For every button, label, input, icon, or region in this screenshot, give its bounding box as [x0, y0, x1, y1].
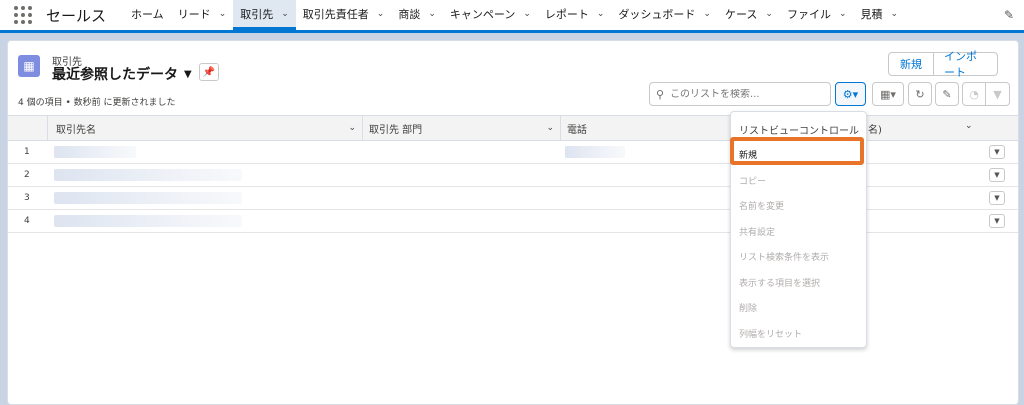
tab-label: ダッシュボード [618, 7, 696, 21]
tab-label: 取引先責任者 [302, 7, 369, 21]
inline-edit-pencil-icon[interactable]: ✎ [935, 82, 959, 106]
tab-campaigns[interactable]: キャンペーン ⌄ [443, 0, 538, 30]
list-view-controls-gear-icon[interactable]: ⚙▾ [835, 82, 866, 106]
list-search-box[interactable]: ⚲ [649, 82, 831, 106]
row-action-dropdown-icon[interactable]: ▼ [989, 214, 1005, 228]
redacted-account-name[interactable] [54, 192, 242, 204]
menu-item-delete: 削除 [739, 304, 758, 314]
filter-icon[interactable]: ▼ [986, 82, 1010, 106]
tab-label: 商談 [398, 7, 421, 21]
tab-cases[interactable]: ケース ⌄ [718, 0, 780, 30]
header-button-group: 新規 インポート [888, 50, 998, 79]
tab-label: ケース [724, 7, 758, 21]
column-header-account-name[interactable]: 取引先名 ⌄ [48, 116, 363, 140]
tab-accounts[interactable]: 取引先 ⌄ [233, 0, 296, 30]
tab-files[interactable]: ファイル ⌄ [780, 0, 854, 30]
chevron-down-icon[interactable]: ⌄ [597, 9, 605, 19]
column-header-phone[interactable]: 電話 [561, 116, 731, 140]
row-action-dropdown-icon[interactable]: ▼ [989, 191, 1005, 205]
chevron-down-icon[interactable]: ⌄ [348, 123, 356, 133]
column-header-label: 電話 [567, 124, 587, 136]
chevron-down-icon[interactable]: ⌄ [281, 9, 289, 19]
list-status: 4 個の項目 • 数秒前 に更新されました [18, 98, 176, 108]
chevron-down-icon[interactable]: ⌄ [546, 123, 554, 133]
tab-label: キャンペーン [449, 7, 516, 21]
tab-label: ファイル [786, 7, 831, 21]
menu-item-reset-column-widths: 列幅をリセット [739, 330, 803, 340]
column-header-label: 取引先 部門 [369, 124, 423, 136]
row-number: 3 [24, 193, 30, 203]
chevron-down-icon[interactable]: ⌄ [428, 9, 436, 19]
tab-label: リード [177, 7, 211, 21]
chevron-down-icon[interactable]: ⌄ [523, 9, 531, 19]
chart-icon[interactable]: ◔ [962, 82, 986, 106]
chevron-down-icon[interactable]: ⌄ [965, 121, 973, 131]
redacted-account-name[interactable] [54, 146, 136, 158]
column-header-account-division[interactable]: 取引先 部門 ⌄ [363, 116, 561, 140]
tab-quotes[interactable]: 見積 ⌄ [854, 0, 906, 30]
menu-item-sharing: 共有設定 [739, 228, 776, 238]
edit-nav-pencil-icon[interactable]: ✎ [1004, 8, 1014, 22]
menu-header: リストビューコントロール [739, 126, 859, 137]
chevron-down-icon[interactable]: ⌄ [703, 9, 711, 19]
nav-tabs: ホーム リード ⌄ 取引先 ⌄ 取引先責任者 ⌄ 商談 ⌄ キャンペーン ⌄ レポート ⌄ … [124, 0, 905, 30]
tab-home[interactable]: ホーム [124, 0, 171, 30]
display-as-table-icon[interactable]: ▦▾ [872, 82, 904, 106]
redacted-phone [565, 146, 625, 158]
column-header-label: 取引先名 [56, 124, 96, 136]
app-name: セールス [46, 6, 107, 25]
menu-item-copy: コピー [739, 177, 767, 187]
row-number: 1 [24, 147, 30, 157]
chevron-down-icon[interactable]: ⌄ [219, 9, 227, 19]
new-button[interactable]: 新規 [888, 52, 934, 76]
list-view-name: 最近参照したデータ [52, 67, 178, 83]
column-header-partial: 名) [868, 125, 882, 136]
row-action-dropdown-icon[interactable]: ▼ [989, 168, 1005, 182]
tab-reports[interactable]: レポート ⌄ [538, 0, 612, 30]
chevron-down-icon[interactable]: ⌄ [839, 9, 847, 19]
tab-dashboards[interactable]: ダッシュボード ⌄ [611, 0, 718, 30]
list-view-selector[interactable]: 最近参照したデータ ▼ [52, 64, 192, 84]
redacted-account-name[interactable] [54, 169, 242, 181]
search-icon: ⚲ [656, 87, 665, 101]
row-action-dropdown-icon[interactable]: ▼ [989, 145, 1005, 159]
caret-down-icon[interactable]: ▼ [184, 69, 192, 80]
chevron-down-icon[interactable]: ⌄ [765, 9, 773, 19]
tab-label: 見積 [860, 7, 883, 21]
account-object-icon: ▦ [18, 55, 40, 77]
redacted-account-name[interactable] [54, 215, 242, 227]
tab-label: ホーム [131, 7, 164, 21]
search-input[interactable] [670, 88, 821, 100]
import-button[interactable]: インポート [934, 50, 998, 79]
app-launcher-icon[interactable] [12, 4, 34, 26]
tab-label: レポート [544, 7, 589, 21]
tab-leads[interactable]: リード ⌄ [171, 0, 234, 30]
chevron-down-icon[interactable]: ⌄ [377, 9, 385, 19]
global-nav-bar: セールス ホーム リード ⌄ 取引先 ⌄ 取引先責任者 ⌄ 商談 ⌄ キャンペーン ⌄ レ… [0, 0, 1024, 33]
row-number-header [8, 116, 48, 140]
menu-item-rename: 名前を変更 [739, 202, 785, 212]
menu-item-select-fields: 表示する項目を選択 [739, 279, 821, 289]
tab-opportunities[interactable]: 商談 ⌄ [391, 0, 443, 30]
refresh-icon[interactable]: ↻ [908, 82, 932, 106]
row-number: 4 [24, 216, 30, 226]
menu-item-show-filters: リスト検索条件を表示 [739, 253, 830, 263]
row-number: 2 [24, 170, 30, 180]
chevron-down-icon[interactable]: ⌄ [891, 9, 899, 19]
pin-icon[interactable]: 📌 [199, 63, 219, 81]
tab-contacts[interactable]: 取引先責任者 ⌄ [296, 0, 392, 30]
tab-label: 取引先 [240, 7, 274, 21]
annotation-highlight-box [730, 137, 864, 165]
